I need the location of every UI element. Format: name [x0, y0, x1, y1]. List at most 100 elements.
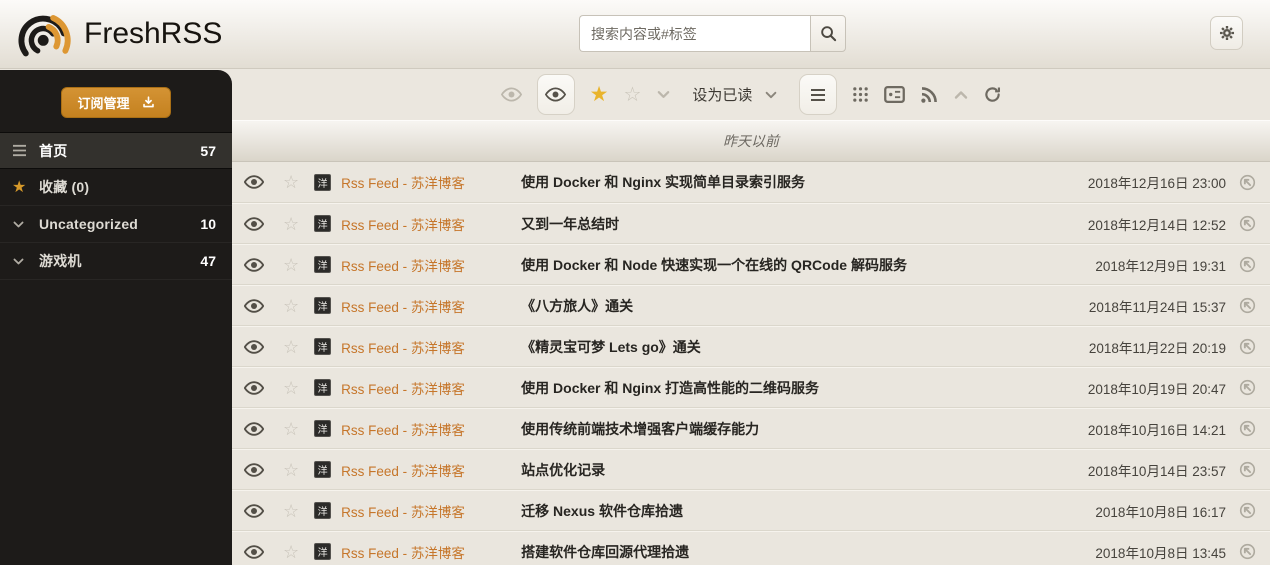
article-row[interactable]: ☆ 洋 Rss Feed - 苏洋博客 《八方旅人》通关 2018年11月24日… — [232, 285, 1270, 326]
chevron-down-icon[interactable] — [12, 218, 39, 231]
article-date: 2018年10月14日 23:57 — [1087, 463, 1226, 479]
feed-name-link[interactable]: Rss Feed - 苏洋博客 — [341, 460, 509, 480]
filter-nonfavorites-star-icon[interactable]: ☆ — [623, 85, 641, 105]
feed-name-link[interactable]: Rss Feed - 苏洋博客 — [341, 214, 509, 234]
external-link-icon[interactable] — [1239, 420, 1257, 437]
favorite-star-icon[interactable]: ☆ — [283, 256, 299, 274]
feed-name-link[interactable]: Rss Feed - 苏洋博客 — [341, 419, 509, 439]
article-row[interactable]: ☆ 洋 Rss Feed - 苏洋博客 迁移 Nexus 软件仓库拾遗 2018… — [232, 490, 1270, 531]
menu-icon — [12, 144, 39, 157]
favorite-star-icon[interactable]: ☆ — [283, 215, 299, 233]
read-toggle-eye-icon[interactable] — [244, 503, 266, 518]
read-toggle-eye-icon[interactable] — [244, 380, 266, 395]
favorite-star-icon[interactable]: ☆ — [283, 297, 299, 315]
external-link-icon[interactable] — [1239, 379, 1257, 396]
search-icon — [820, 26, 836, 42]
import-export-icon — [142, 96, 154, 108]
search-input[interactable] — [579, 15, 810, 52]
feed-name-link[interactable]: Rss Feed - 苏洋博客 — [341, 255, 509, 275]
external-link-icon[interactable] — [1239, 256, 1257, 273]
article-title[interactable]: 搭建软件仓库回源代理拾遗 — [521, 542, 1095, 562]
external-link-icon[interactable] — [1239, 297, 1257, 314]
article-row[interactable]: ☆ 洋 Rss Feed - 苏洋博客 站点优化记录 2018年10月14日 2… — [232, 449, 1270, 490]
sidebar-item-uncategorized[interactable]: Uncategorized 10 — [0, 206, 232, 243]
favorite-star-icon[interactable]: ☆ — [283, 379, 299, 397]
sidebar-item-games[interactable]: 游戏机 47 — [0, 243, 232, 280]
settings-button[interactable] — [1210, 16, 1243, 50]
subscription-manage-button[interactable]: 订阅管理 — [61, 87, 171, 118]
read-toggle-eye-icon[interactable] — [244, 257, 266, 272]
filter-chevron-down-icon[interactable] — [656, 87, 671, 102]
article-title[interactable]: 《精灵宝可梦 Lets go》通关 — [521, 337, 1089, 357]
reader-view-icon[interactable] — [884, 86, 906, 103]
feed-nav: 首页 57 ★ 收藏 (0) Uncategorized 10 游戏机 47 — [0, 132, 232, 280]
sidebar-item-label: 收藏 (0) — [39, 179, 90, 195]
article-row[interactable]: ☆ 洋 Rss Feed - 苏洋博客 又到一年总结时 2018年12月14日 … — [232, 203, 1270, 244]
show-unread-eye-button[interactable] — [536, 74, 575, 115]
favorite-star-icon[interactable]: ☆ — [283, 502, 299, 520]
article-row[interactable]: ☆ 洋 Rss Feed - 苏洋博客 使用 Docker 和 Nginx 实现… — [232, 162, 1270, 203]
feed-name-link[interactable]: Rss Feed - 苏洋博客 — [341, 378, 509, 398]
feed-name-link[interactable]: Rss Feed - 苏洋博客 — [341, 172, 509, 192]
article-date: 2018年12月16日 23:00 — [1087, 176, 1226, 191]
gear-icon — [1219, 25, 1234, 41]
eye-icon — [545, 87, 567, 102]
list-view-button[interactable] — [799, 74, 838, 115]
feed-name-link[interactable]: Rss Feed - 苏洋博客 — [341, 337, 509, 357]
read-toggle-eye-icon[interactable] — [244, 175, 266, 189]
refresh-icon[interactable] — [984, 86, 1001, 103]
external-link-icon[interactable] — [1239, 461, 1257, 478]
article-title[interactable]: 站点优化记录 — [521, 460, 1088, 480]
read-toggle-eye-icon[interactable] — [244, 462, 266, 477]
article-title[interactable]: 使用传统前端技术增强客户端缓存能力 — [521, 419, 1088, 439]
day-separator: 昨天以前 — [232, 120, 1270, 162]
sidebar-item-home[interactable]: 首页 57 — [0, 132, 232, 169]
main-content: ★ ☆ 设为已读 昨天以前 ☆ 洋 Rss Feed - 苏洋博客 使用 Doc… — [232, 69, 1270, 565]
favorite-star-icon[interactable]: ☆ — [283, 338, 299, 356]
article-row[interactable]: ☆ 洋 Rss Feed - 苏洋博客 使用 Docker 和 Node 快速实… — [232, 244, 1270, 285]
external-link-icon[interactable] — [1239, 502, 1257, 519]
grid-view-icon[interactable] — [852, 86, 869, 103]
article-date: 2018年10月8日 13:45 — [1095, 545, 1226, 561]
article-title[interactable]: 使用 Docker 和 Nginx 打造高性能的二维码服务 — [521, 378, 1088, 398]
external-link-icon[interactable] — [1239, 338, 1257, 355]
mark-as-read-dropdown[interactable]: 设为已读 — [692, 84, 778, 105]
filter-favorites-star-icon[interactable]: ★ — [590, 84, 609, 105]
read-toggle-eye-icon[interactable] — [244, 339, 266, 354]
external-link-icon[interactable] — [1239, 543, 1257, 560]
read-toggle-eye-icon[interactable] — [244, 298, 266, 313]
article-row[interactable]: ☆ 洋 Rss Feed - 苏洋博客 使用 Docker 和 Nginx 打造… — [232, 367, 1270, 408]
app-logo[interactable]: FreshRSS — [16, 5, 222, 63]
favorite-star-icon[interactable]: ☆ — [283, 420, 299, 438]
favorite-star-icon[interactable]: ☆ — [283, 461, 299, 479]
article-title[interactable]: 又到一年总结时 — [521, 214, 1088, 234]
feed-favicon: 洋 — [314, 543, 332, 560]
feed-favicon: 洋 — [314, 173, 332, 191]
search-button[interactable] — [810, 15, 846, 52]
external-link-icon[interactable] — [1239, 215, 1257, 232]
favorite-star-icon[interactable]: ☆ — [283, 543, 299, 561]
article-date: 2018年10月19日 20:47 — [1087, 381, 1226, 397]
favorite-star-icon[interactable]: ☆ — [283, 173, 299, 191]
rss-icon[interactable] — [920, 86, 938, 104]
article-row[interactable]: ☆ 洋 Rss Feed - 苏洋博客 《精灵宝可梦 Lets go》通关 20… — [232, 326, 1270, 367]
article-row[interactable]: ☆ 洋 Rss Feed - 苏洋博客 搭建软件仓库回源代理拾遗 2018年10… — [232, 531, 1270, 565]
article-title[interactable]: 迁移 Nexus 软件仓库拾遗 — [521, 501, 1095, 521]
read-toggle-eye-icon[interactable] — [244, 421, 266, 436]
article-title[interactable]: 使用 Docker 和 Nginx 实现简单目录索引服务 — [521, 172, 1088, 192]
article-row[interactable]: ☆ 洋 Rss Feed - 苏洋博客 使用传统前端技术增强客户端缓存能力 20… — [232, 408, 1270, 449]
feed-favicon: 洋 — [314, 297, 332, 314]
show-all-eye-icon[interactable] — [500, 87, 522, 102]
sidebar-item-favorites[interactable]: ★ 收藏 (0) — [0, 169, 232, 206]
read-toggle-eye-icon[interactable] — [244, 544, 266, 559]
feed-name-link[interactable]: Rss Feed - 苏洋博客 — [341, 296, 509, 316]
article-title[interactable]: 使用 Docker 和 Node 快速实现一个在线的 QRCode 解码服务 — [521, 255, 1095, 275]
read-toggle-eye-icon[interactable] — [244, 216, 266, 231]
unread-count-badge: 57 — [200, 142, 216, 159]
feed-name-link[interactable]: Rss Feed - 苏洋博客 — [341, 542, 509, 562]
article-title[interactable]: 《八方旅人》通关 — [521, 296, 1089, 316]
chevron-down-icon[interactable] — [12, 255, 39, 268]
external-link-icon[interactable] — [1239, 174, 1257, 191]
feed-name-link[interactable]: Rss Feed - 苏洋博客 — [341, 501, 509, 521]
scroll-top-chevron-up-icon[interactable] — [953, 87, 969, 103]
